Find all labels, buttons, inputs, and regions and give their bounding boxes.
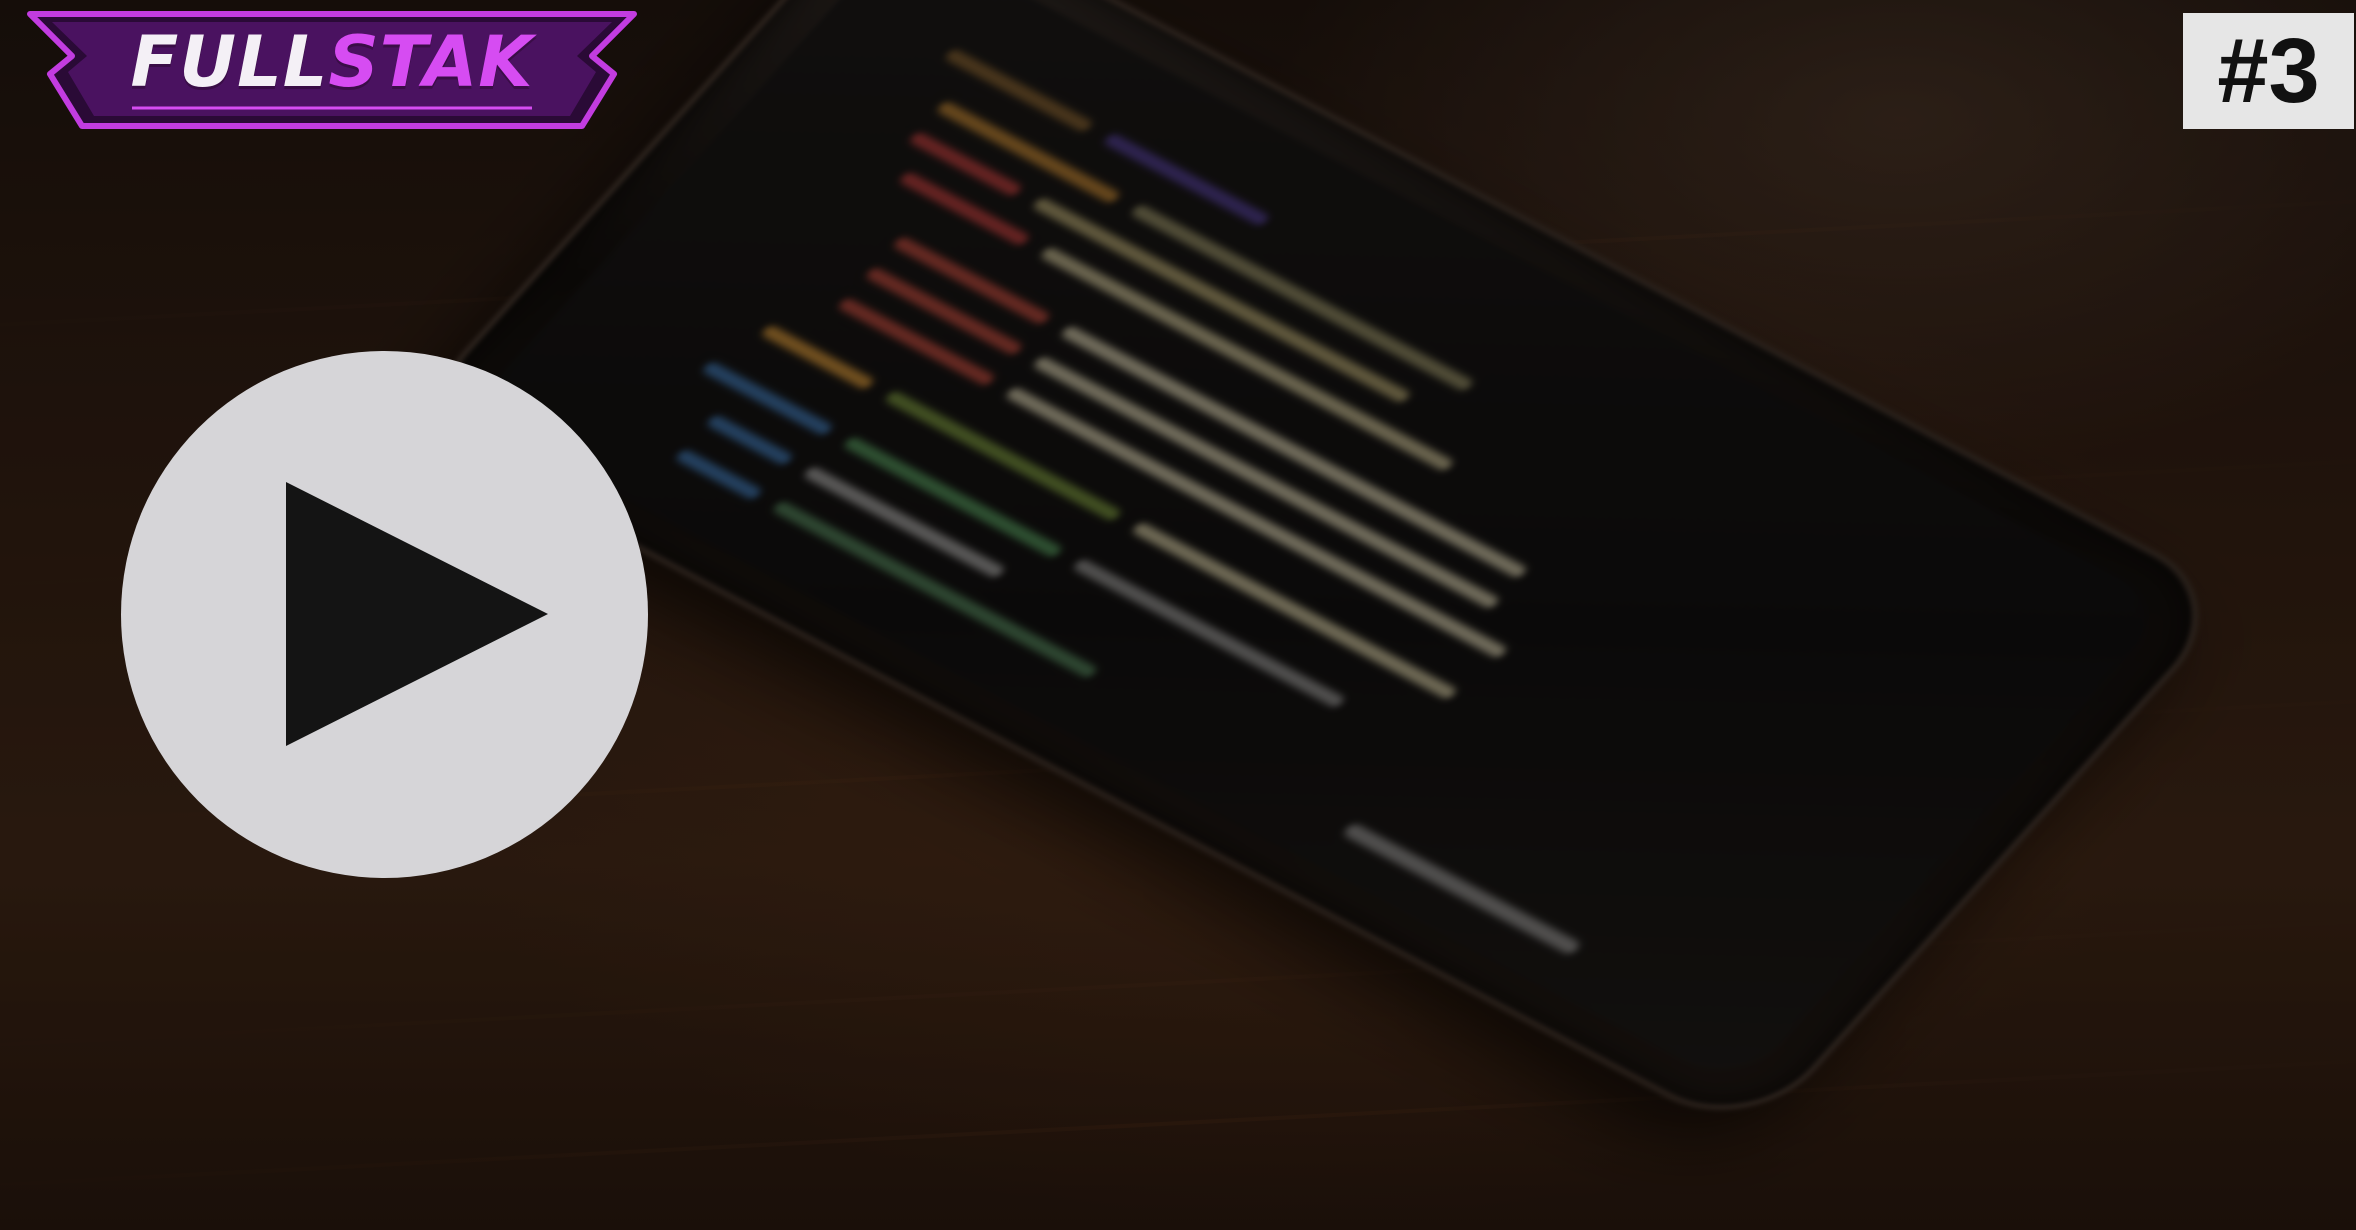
logo-text-full: FULL <box>130 21 329 103</box>
fullstak-logo: FULLSTAK <box>22 8 642 133</box>
play-icon <box>286 482 548 746</box>
logo-wordmark: FULLSTAK <box>22 22 642 102</box>
play-button[interactable] <box>121 351 648 878</box>
video-thumbnail: FULLSTAK #3 <box>0 0 2356 1230</box>
episode-number-badge: #3 <box>2183 13 2354 129</box>
logo-text-stak: STAK <box>328 21 534 103</box>
